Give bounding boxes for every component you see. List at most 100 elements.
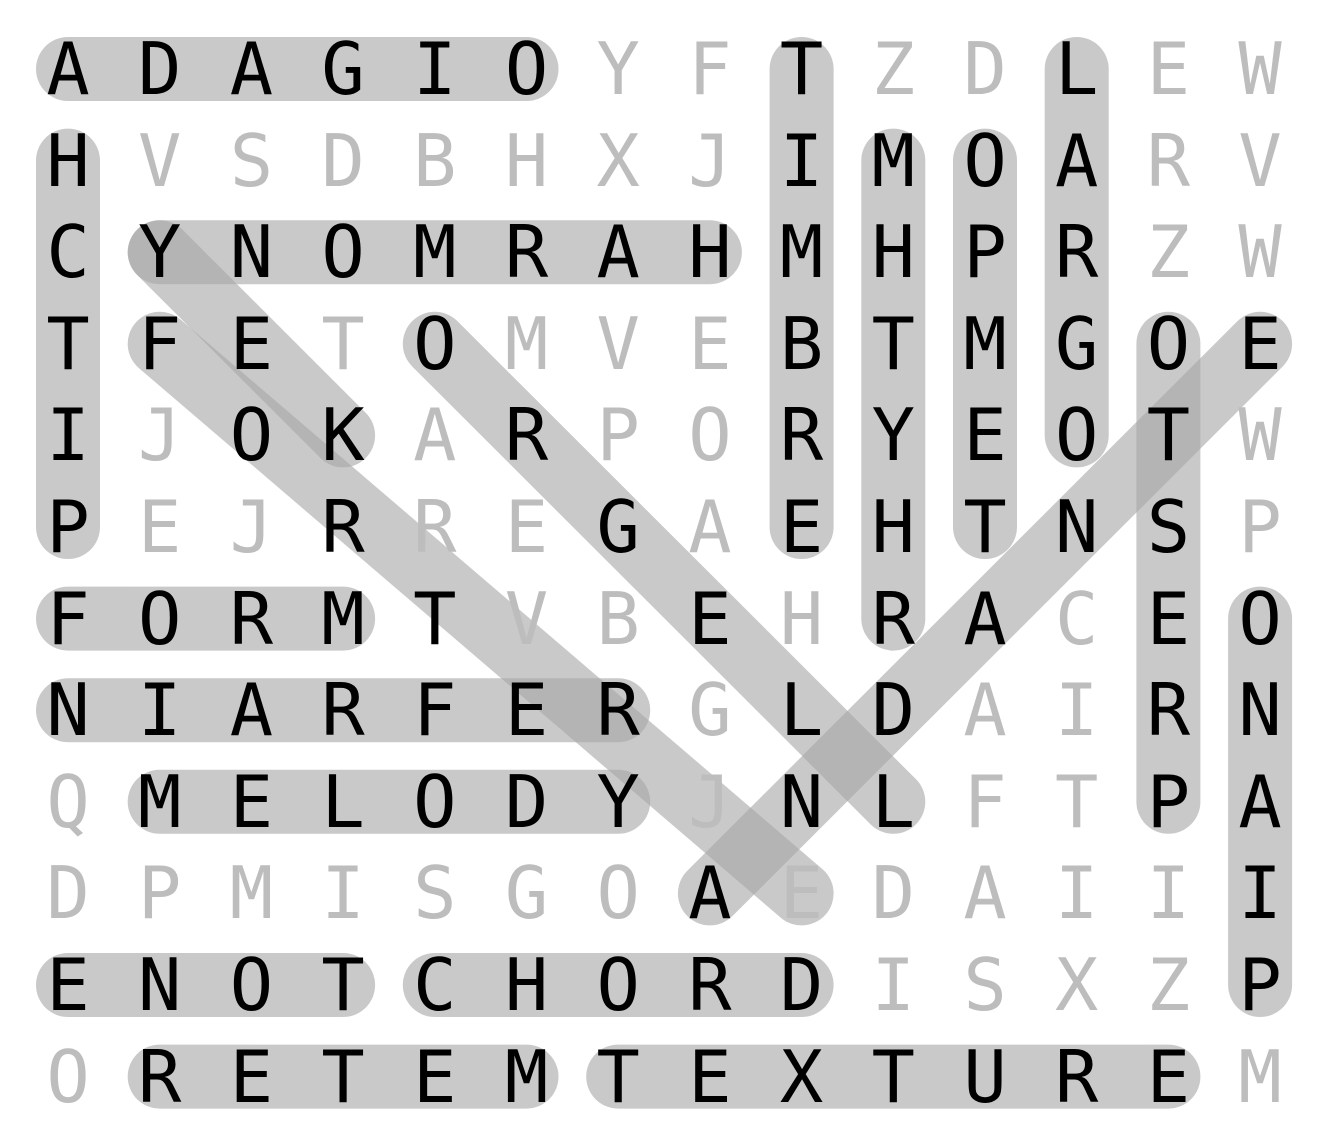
letter-cell[interactable]: O bbox=[1031, 389, 1123, 481]
letter-cell[interactable]: S bbox=[389, 847, 481, 939]
letter-cell[interactable]: Y bbox=[847, 389, 939, 481]
letter-cell[interactable]: S bbox=[205, 115, 297, 207]
letter-cell[interactable]: R bbox=[847, 573, 939, 665]
letter-cell[interactable]: B bbox=[572, 573, 664, 665]
letter-cell[interactable]: D bbox=[756, 939, 848, 1031]
letter-cell[interactable]: E bbox=[756, 481, 848, 573]
letter-cell[interactable]: A bbox=[1031, 115, 1123, 207]
letter-cell[interactable]: E bbox=[664, 1031, 756, 1123]
letter-cell[interactable]: Z bbox=[1122, 206, 1214, 298]
letter-cell[interactable]: R bbox=[1031, 1031, 1123, 1123]
letter-cell[interactable]: M bbox=[114, 756, 206, 848]
letter-cell[interactable]: M bbox=[847, 115, 939, 207]
letter-cell[interactable]: M bbox=[939, 298, 1031, 390]
letter-cell[interactable]: D bbox=[297, 115, 389, 207]
letter-cell[interactable]: H bbox=[481, 939, 573, 1031]
letter-cell[interactable]: H bbox=[847, 481, 939, 573]
letter-cell[interactable]: A bbox=[22, 23, 114, 115]
letter-cell[interactable]: W bbox=[1214, 206, 1306, 298]
letter-cell[interactable]: T bbox=[939, 481, 1031, 573]
letter-cell[interactable]: O bbox=[389, 756, 481, 848]
letter-cell[interactable]: E bbox=[114, 481, 206, 573]
letter-cell[interactable]: S bbox=[1122, 481, 1214, 573]
letter-cell[interactable]: R bbox=[481, 206, 573, 298]
letter-cell[interactable]: X bbox=[572, 115, 664, 207]
letter-cell[interactable]: N bbox=[756, 756, 848, 848]
letter-cell[interactable]: P bbox=[22, 481, 114, 573]
letter-cell[interactable]: U bbox=[939, 1031, 1031, 1123]
letter-cell[interactable]: I bbox=[297, 847, 389, 939]
letter-cell[interactable]: E bbox=[939, 389, 1031, 481]
letter-cell[interactable]: O bbox=[297, 206, 389, 298]
letter-cell[interactable]: I bbox=[756, 115, 848, 207]
letter-cell[interactable]: F bbox=[664, 23, 756, 115]
letter-cell[interactable]: T bbox=[756, 23, 848, 115]
letter-cell[interactable]: T bbox=[297, 1031, 389, 1123]
letter-cell[interactable]: H bbox=[756, 573, 848, 665]
letter-cell[interactable]: E bbox=[664, 573, 756, 665]
letter-cell[interactable]: W bbox=[1214, 23, 1306, 115]
letter-cell[interactable]: G bbox=[664, 664, 756, 756]
letter-cell[interactable]: G bbox=[1031, 298, 1123, 390]
letter-cell[interactable]: Y bbox=[572, 23, 664, 115]
letter-cell[interactable]: I bbox=[1122, 847, 1214, 939]
letter-cell[interactable]: N bbox=[205, 206, 297, 298]
letter-cell[interactable]: E bbox=[205, 1031, 297, 1123]
letter-cell[interactable]: X bbox=[756, 1031, 848, 1123]
letter-cell[interactable]: N bbox=[1214, 664, 1306, 756]
letter-cell[interactable]: M bbox=[1214, 1031, 1306, 1123]
letter-cell[interactable]: I bbox=[389, 23, 481, 115]
letter-cell[interactable]: X bbox=[1031, 939, 1123, 1031]
letter-cell[interactable]: C bbox=[389, 939, 481, 1031]
letter-cell[interactable]: O bbox=[205, 389, 297, 481]
letter-cell[interactable]: I bbox=[1031, 664, 1123, 756]
letter-cell[interactable]: B bbox=[756, 298, 848, 390]
letter-cell[interactable]: A bbox=[664, 847, 756, 939]
letter-cell[interactable]: E bbox=[1122, 573, 1214, 665]
letter-cell[interactable]: T bbox=[297, 939, 389, 1031]
letter-cell[interactable]: B bbox=[389, 115, 481, 207]
letter-cell[interactable]: E bbox=[1122, 23, 1214, 115]
letter-cell[interactable]: M bbox=[756, 206, 848, 298]
letter-cell[interactable]: P bbox=[572, 389, 664, 481]
letter-cell[interactable]: T bbox=[297, 298, 389, 390]
letter-cell[interactable]: M bbox=[297, 573, 389, 665]
letter-cell[interactable]: D bbox=[847, 664, 939, 756]
letter-cell[interactable]: N bbox=[22, 664, 114, 756]
letter-cell[interactable]: A bbox=[572, 206, 664, 298]
letter-cell[interactable]: J bbox=[664, 115, 756, 207]
letter-cell[interactable]: R bbox=[756, 389, 848, 481]
letter-cell[interactable]: L bbox=[1031, 23, 1123, 115]
letter-cell[interactable]: H bbox=[22, 115, 114, 207]
letter-cell[interactable]: F bbox=[939, 756, 1031, 848]
letter-cell[interactable]: I bbox=[1214, 847, 1306, 939]
letter-cell[interactable]: Y bbox=[572, 756, 664, 848]
letter-cell[interactable]: N bbox=[1031, 481, 1123, 573]
letter-cell[interactable]: F bbox=[114, 298, 206, 390]
letter-cell[interactable]: K bbox=[297, 389, 389, 481]
letter-cell[interactable]: P bbox=[1214, 939, 1306, 1031]
letter-cell[interactable]: R bbox=[572, 664, 664, 756]
letter-cell[interactable]: R bbox=[1122, 664, 1214, 756]
letter-cell[interactable]: Q bbox=[22, 756, 114, 848]
letter-cell[interactable]: R bbox=[664, 939, 756, 1031]
letter-cell[interactable]: M bbox=[481, 1031, 573, 1123]
letter-cell[interactable]: T bbox=[389, 573, 481, 665]
letter-cell[interactable]: A bbox=[939, 664, 1031, 756]
letter-cell[interactable]: E bbox=[1214, 298, 1306, 390]
letter-cell[interactable]: T bbox=[847, 298, 939, 390]
letter-cell[interactable]: V bbox=[572, 298, 664, 390]
letter-cell[interactable]: O bbox=[1122, 298, 1214, 390]
letter-cell[interactable]: D bbox=[847, 847, 939, 939]
letter-cell[interactable]: A bbox=[939, 573, 1031, 665]
letter-cell[interactable]: D bbox=[22, 847, 114, 939]
letter-cell[interactable]: I bbox=[847, 939, 939, 1031]
letter-cell[interactable]: R bbox=[1122, 115, 1214, 207]
letter-cell[interactable]: W bbox=[1214, 389, 1306, 481]
letter-cell[interactable]: M bbox=[205, 847, 297, 939]
letter-cell[interactable]: O bbox=[205, 939, 297, 1031]
letter-cell[interactable]: F bbox=[22, 573, 114, 665]
letter-cell[interactable]: C bbox=[1031, 573, 1123, 665]
letter-cell[interactable]: D bbox=[939, 23, 1031, 115]
letter-cell[interactable]: J bbox=[664, 756, 756, 848]
